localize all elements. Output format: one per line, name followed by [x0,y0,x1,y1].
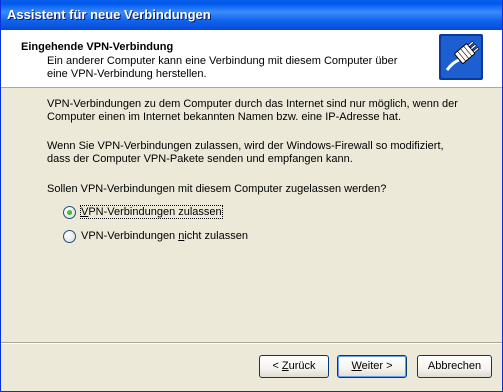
allow-vpn-radio[interactable] [63,206,76,219]
wizard-header: Eingehende VPN-Verbindung Ein anderer Co… [1,30,502,88]
internet-name-info-text: VPN-Verbindungen zu dem Computer durch d… [47,98,458,123]
title-bar[interactable]: Assistent für neue Verbindungen [1,0,502,30]
header-title: Eingehende VPN-Verbindung [21,41,174,53]
radio-selected-dot [67,210,72,215]
header-description: Ein anderer Computer kann eine Verbindun… [47,55,398,80]
back-button[interactable]: < Zurück [259,355,329,378]
window-title: Assistent für neue Verbindungen [7,7,211,22]
deny-vpn-radio[interactable] [63,230,76,243]
firewall-info-text: Wenn Sie VPN-Verbindungen zulassen, wird… [47,140,444,165]
cancel-button[interactable]: Abbrechen [417,355,492,378]
vpn-cable-plug-icon [439,34,483,80]
deny-vpn-label[interactable]: VPN-Verbindungen nicht zulassen [81,230,248,242]
allow-vpn-question: Sollen VPN-Verbindungen mit diesem Compu… [47,183,387,195]
next-button[interactable]: Weiter > [337,355,407,378]
allow-vpn-label[interactable]: VPN-Verbindungen zulassen [80,205,223,219]
wizard-window: Assistent für neue Verbindungen Eingehen… [0,0,503,392]
button-separator [1,342,502,344]
